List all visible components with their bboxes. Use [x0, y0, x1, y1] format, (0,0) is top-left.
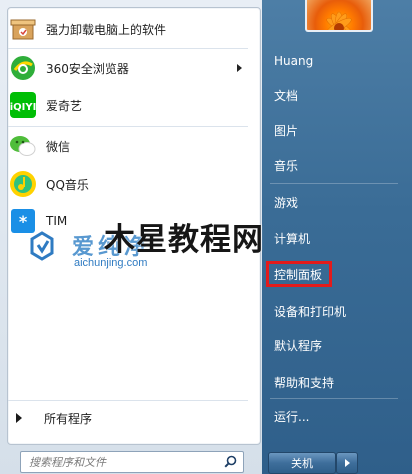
shutdown-button[interactable]: 关机 — [268, 452, 336, 474]
divider — [270, 398, 398, 399]
watermark-overlay-text: 木星教程网 — [104, 222, 264, 258]
place-computer[interactable]: 计算机 — [266, 226, 404, 250]
search-box[interactable] — [20, 451, 244, 473]
wechat-icon — [8, 131, 38, 161]
program-label: 微信 — [46, 139, 71, 154]
place-default-programs[interactable]: 默认程序 — [266, 333, 404, 357]
program-label: 爱奇艺 — [46, 98, 83, 113]
program-label: 强力卸载电脑上的软件 — [46, 22, 167, 37]
iqiyi-icon: iQIYI — [8, 90, 38, 120]
place-pictures[interactable]: 图片 — [266, 118, 404, 142]
all-programs-label: 所有程序 — [44, 411, 93, 426]
program-item-uninstaller[interactable]: 强力卸载电脑上的软件 — [4, 11, 248, 47]
uninstall-box-icon — [8, 14, 38, 44]
submenu-arrow-icon[interactable] — [237, 64, 242, 72]
search-input[interactable] — [21, 454, 221, 470]
place-games[interactable]: 游戏 — [266, 190, 404, 214]
divider — [8, 48, 248, 49]
aichunjing-logo-icon — [30, 231, 54, 261]
program-item-wechat[interactable]: 微信 — [4, 128, 248, 164]
search-icon[interactable] — [224, 455, 237, 468]
360-browser-icon — [8, 53, 38, 83]
program-item-360-browser[interactable]: 360安全浏览器 — [4, 50, 248, 86]
place-help-support[interactable]: 帮助和支持 — [266, 370, 404, 394]
chevron-right-icon — [344, 459, 350, 467]
program-label: TIM — [46, 214, 68, 228]
all-programs-button[interactable]: 所有程序 — [8, 405, 248, 431]
divider — [270, 183, 398, 184]
program-label: 360安全浏览器 — [46, 61, 129, 76]
place-run[interactable]: 运行... — [266, 404, 404, 428]
program-item-qq-music[interactable]: QQ音乐 — [4, 166, 248, 202]
shutdown-options-button[interactable] — [336, 452, 358, 474]
place-devices-printers[interactable]: 设备和打印机 — [266, 299, 404, 323]
divider — [8, 400, 248, 401]
place-music[interactable]: 音乐 — [266, 153, 404, 177]
place-user[interactable]: Huang — [266, 49, 404, 73]
svg-text:*: * — [19, 212, 28, 231]
program-label: QQ音乐 — [46, 177, 89, 192]
user-avatar[interactable] — [305, 0, 373, 32]
program-item-iqiyi[interactable]: iQIYI 爱奇艺 — [4, 87, 248, 123]
svg-text:iQIYI: iQIYI — [10, 102, 37, 113]
divider — [8, 126, 248, 127]
place-control-panel[interactable]: 控制面板 — [266, 261, 332, 287]
qq-music-icon — [8, 169, 38, 199]
expand-arrow-icon — [16, 413, 22, 423]
place-documents[interactable]: 文档 — [266, 83, 404, 107]
